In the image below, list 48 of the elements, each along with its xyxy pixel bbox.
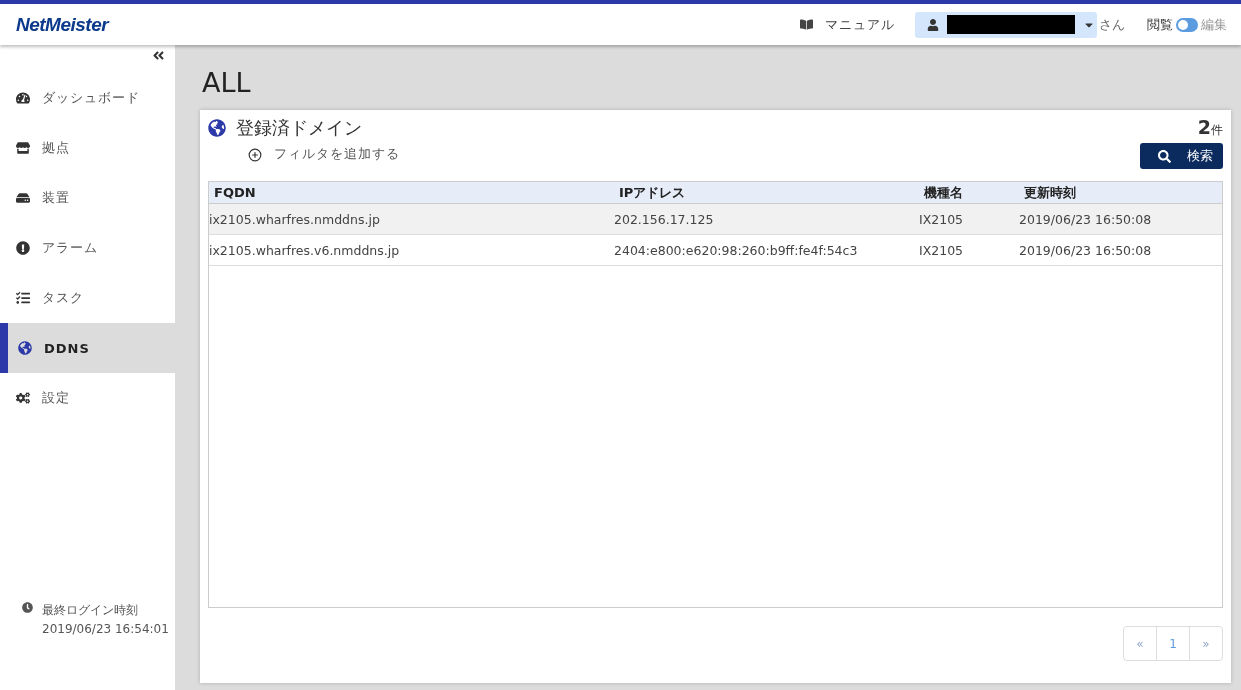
exclamation-icon xyxy=(16,241,30,255)
view-mode-label: 閲覧 xyxy=(1147,15,1173,34)
column-header: IPアドレス xyxy=(618,183,687,202)
globe-icon xyxy=(208,119,226,137)
collapse-icon[interactable] xyxy=(152,49,165,62)
sidebar-item[interactable]: 設定 xyxy=(0,373,175,423)
last-login-time: 2019/06/23 16:54:01 xyxy=(42,622,169,636)
column-header: 更新時刻 xyxy=(1023,183,1077,202)
checklist-icon xyxy=(16,291,30,305)
logo: NetMeister xyxy=(16,13,109,36)
sidebar-item[interactable]: 拠点 xyxy=(0,123,175,173)
table-cell-text: 2019/06/23 16:50:08 xyxy=(1019,211,1153,227)
table-cell-text: ix2105.wharfres.nmddns.jp xyxy=(209,211,381,227)
sidebar-item[interactable]: DDNS xyxy=(0,323,175,373)
result-count: 2件 xyxy=(1196,116,1223,139)
plus-icon xyxy=(248,147,262,162)
panel-title: 登録済ドメイン xyxy=(236,116,362,140)
drive-icon xyxy=(16,191,30,205)
sidebar-item[interactable]: 装置 xyxy=(0,173,175,223)
sidebar-item[interactable]: アラーム xyxy=(0,223,175,273)
globe-icon xyxy=(18,341,32,355)
search-button[interactable]: 検索 xyxy=(1140,143,1223,169)
table-row[interactable]: ix2105.wharfres.nmddns.jp 202.156.17.125 IX2105 2019/06/23 16:50:08 xyxy=(209,204,1222,235)
table-cell-text: IX2105 xyxy=(919,242,965,258)
search-icon xyxy=(1158,149,1171,163)
sidebar-item[interactable]: ダッシュボード xyxy=(0,73,175,123)
table-cell-text: 2019/06/23 16:50:08 xyxy=(1019,242,1153,258)
gauge-icon xyxy=(16,91,30,105)
sidebar-item[interactable]: タスク xyxy=(0,273,175,323)
table-cell-text: ix2105.wharfres.v6.nmddns.jp xyxy=(209,242,401,258)
column-header: FQDN xyxy=(213,185,257,200)
last-login-label: 最終ログイン時刻 xyxy=(42,602,139,619)
table-cell-text: IX2105 xyxy=(919,211,965,227)
user-menu[interactable] xyxy=(915,11,1097,38)
user-suffix: さん xyxy=(1099,15,1125,34)
manual-link[interactable]: マニュアル xyxy=(800,15,895,34)
clock-icon xyxy=(22,602,33,613)
table-cell-text: 2404:e800:e620:98:260:b9ff:fe4f:54c3 xyxy=(614,242,859,258)
settings-icon xyxy=(16,391,30,405)
column-header: 機種名 xyxy=(922,183,964,202)
mode-toggle[interactable] xyxy=(1176,17,1198,32)
page-title: ALL xyxy=(202,67,252,98)
store-icon xyxy=(16,141,30,155)
edit-mode-label: 編集 xyxy=(1201,15,1227,34)
user-icon xyxy=(927,18,939,31)
book-icon xyxy=(800,18,813,31)
add-filter-link[interactable]: フィルタを追加する xyxy=(248,146,400,163)
table-cell-text: 202.156.17.125 xyxy=(614,211,715,227)
